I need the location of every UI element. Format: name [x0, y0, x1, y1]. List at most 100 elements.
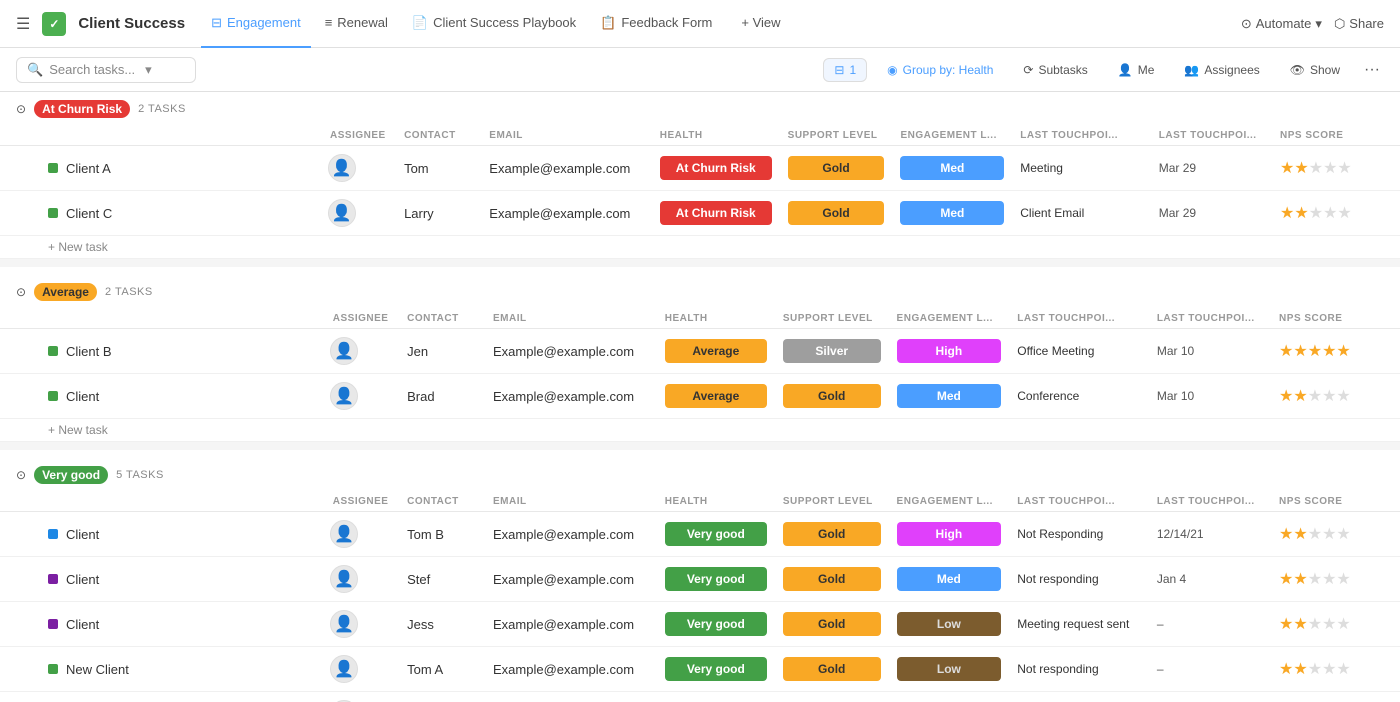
assignees-label: Assignees — [1204, 63, 1259, 77]
tab-view[interactable]: + View — [726, 0, 790, 48]
nps-stars: ★★★★★ — [1279, 569, 1392, 589]
task-name-cell[interactable]: Client — [0, 557, 322, 602]
support-cell: Gold — [775, 602, 889, 647]
table-row[interactable]: Client B 👤 Jen Example@example.com Avera… — [0, 329, 1400, 374]
health-cell: At Churn Risk — [652, 146, 780, 191]
col-header-support: SUPPORT LEVEL — [780, 126, 893, 146]
contact-cell: Tom A — [399, 647, 485, 692]
new-task-row[interactable]: + New task — [0, 236, 1400, 259]
table-row[interactable]: Client C 👤 Larry Example@example.com At … — [0, 191, 1400, 236]
engagement-badge: Med — [900, 201, 1004, 225]
tab-engagement[interactable]: ⊟Engagement — [201, 0, 311, 48]
automate-button[interactable]: ⊙ Automate ▾ — [1241, 16, 1322, 32]
engagement-cell: Med — [892, 191, 1012, 236]
tab-label: + View — [741, 15, 780, 30]
touchpoint1-cell: Not responding — [1009, 647, 1149, 692]
table-body-churn: Client A 👤 Tom Example@example.com At Ch… — [0, 146, 1400, 259]
share-button[interactable]: ⬡ Share — [1334, 16, 1384, 32]
share-label: Share — [1349, 16, 1384, 31]
group-header-churn: ⊙ At Churn Risk 2 TASKS — [0, 92, 1400, 126]
task-name-cell[interactable]: Client A — [0, 146, 320, 191]
filter-button[interactable]: ⊟ 1 — [823, 58, 867, 82]
subtasks-button[interactable]: ⟳ Subtasks — [1013, 59, 1097, 81]
col-header-nps: NPS SCORE — [1271, 309, 1400, 329]
tab-icon: ⊟ — [211, 15, 222, 31]
group-toggle-verygood[interactable]: ⊙ — [16, 468, 26, 482]
new-task-label[interactable]: + New task — [0, 236, 1400, 259]
assignees-button[interactable]: 👥 Assignees — [1174, 59, 1269, 81]
task-name-cell[interactable]: Client — [0, 602, 322, 647]
task-name-cell[interactable]: Client — [0, 374, 322, 419]
group-toggle-average[interactable]: ⊙ — [16, 285, 26, 299]
tab-playbook[interactable]: 📄Client Success Playbook — [402, 0, 586, 48]
nps-cell: ★★★★★ — [1272, 191, 1400, 236]
col-header-touchpoint1: LAST TOUCHPOI... — [1009, 492, 1149, 512]
table-head-churn: ASSIGNEE CONTACT EMAIL HEALTH SUPPORT LE… — [0, 126, 1400, 146]
star-empty: ★ — [1308, 388, 1322, 405]
group-toggle-churn[interactable]: ⊙ — [16, 102, 26, 116]
task-name-cell[interactable]: Client — [0, 512, 322, 557]
assignee-cell: 👤 — [322, 374, 399, 419]
star-filled: ★ — [1293, 526, 1307, 543]
star-filled: ★ — [1280, 205, 1294, 222]
star-empty: ★ — [1308, 661, 1322, 678]
table-wrapper-churn: ASSIGNEE CONTACT EMAIL HEALTH SUPPORT LE… — [0, 126, 1400, 259]
star-empty: ★ — [1309, 205, 1323, 222]
table-row[interactable]: Client 👤 Stef Example@example.com Very g… — [0, 557, 1400, 602]
search-box[interactable]: 🔍 Search tasks... ▾ — [16, 57, 196, 83]
task-dot — [48, 574, 58, 584]
task-name-cell[interactable]: Test — [0, 692, 322, 702]
task-name-cell[interactable]: Client B — [0, 329, 322, 374]
group-by-button[interactable]: ◉ Group by: Health — [877, 59, 1003, 81]
group-task-count-verygood: 5 TASKS — [116, 469, 164, 481]
health-cell: Very good — [657, 647, 775, 692]
tab-renewal[interactable]: ≡Renewal — [315, 0, 398, 48]
table-row[interactable]: Test 👤 Jessica B Example@example.com Ver… — [0, 692, 1400, 702]
touchpoint1-cell: Conference — [1009, 374, 1149, 419]
star-empty: ★ — [1308, 616, 1322, 633]
col-header-touchpoint1: LAST TOUCHPOI... — [1009, 309, 1149, 329]
col-header-engagement: ENGAGEMENT L... — [892, 126, 1012, 146]
new-task-row[interactable]: + New task — [0, 419, 1400, 442]
tab-icon: 📄 — [412, 15, 428, 31]
col-header-touchpoint2: LAST TOUCHPOI... — [1151, 126, 1272, 146]
touchpoint2-cell: – — [1149, 647, 1271, 692]
touchpoint2-cell: – — [1149, 692, 1271, 702]
task-name-label: Client A — [66, 161, 111, 176]
table-row[interactable]: Client 👤 Jess Example@example.com Very g… — [0, 602, 1400, 647]
table-row[interactable]: Client 👤 Tom B Example@example.com Very … — [0, 512, 1400, 557]
task-name-cell[interactable]: Client C — [0, 191, 320, 236]
group-header-verygood: ⊙ Very good 5 TASKS — [0, 458, 1400, 492]
col-header-nps: NPS SCORE — [1271, 492, 1400, 512]
group-task-count-churn: 2 TASKS — [138, 103, 186, 115]
contact-cell: Stef — [399, 557, 485, 602]
tab-feedback[interactable]: 📋Feedback Form — [590, 0, 722, 48]
email-cell: Example@example.com — [485, 692, 657, 702]
table-head-average: ASSIGNEE CONTACT EMAIL HEALTH SUPPORT LE… — [0, 309, 1400, 329]
menu-icon[interactable]: ☰ — [16, 14, 30, 34]
touchpoint1-cell: Not Responding — [1009, 512, 1149, 557]
col-header-email: EMAIL — [485, 309, 657, 329]
person-icon: 👤 — [1118, 63, 1133, 77]
nps-cell: ★★★★★ — [1271, 557, 1400, 602]
me-button[interactable]: 👤 Me — [1108, 59, 1165, 81]
touchpoint2-cell: Mar 10 — [1149, 329, 1271, 374]
assignee-cell: 👤 — [322, 647, 399, 692]
support-cell: Gold — [780, 191, 893, 236]
table-row[interactable]: Client A 👤 Tom Example@example.com At Ch… — [0, 146, 1400, 191]
new-task-label[interactable]: + New task — [0, 419, 1400, 442]
star-empty: ★ — [1322, 388, 1336, 405]
automate-chevron: ▾ — [1315, 16, 1322, 32]
group-churn: ⊙ At Churn Risk 2 TASKS ASSIGNEE CONTACT… — [0, 92, 1400, 267]
engagement-cell: Low — [889, 647, 1010, 692]
table-row[interactable]: New Client 👤 Tom A Example@example.com V… — [0, 647, 1400, 692]
task-name-cell[interactable]: New Client — [0, 647, 322, 692]
star-filled: ★ — [1280, 160, 1294, 177]
show-button[interactable]: 👁 Show — [1280, 59, 1350, 81]
toolbar-right: ⊟ 1 ◉ Group by: Health ⟳ Subtasks 👤 Me 👥… — [823, 58, 1384, 82]
engagement-badge: Med — [897, 384, 1002, 408]
more-options-button[interactable]: ··· — [1360, 61, 1384, 79]
task-dot — [48, 529, 58, 539]
table-row[interactable]: Client 👤 Brad Example@example.com Averag… — [0, 374, 1400, 419]
group-verygood: ⊙ Very good 5 TASKS ASSIGNEE CONTACT EMA… — [0, 458, 1400, 702]
